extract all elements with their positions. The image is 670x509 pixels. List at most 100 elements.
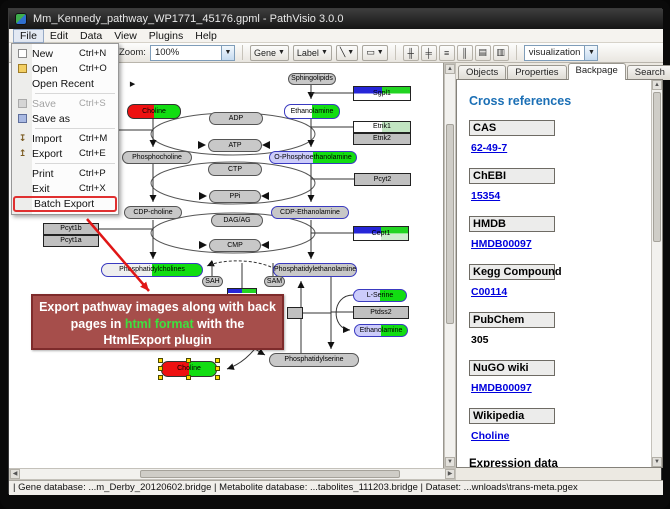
crossref-link[interactable]: C00114 [471, 286, 507, 298]
backpage-section-cas: CAS62-49-7 [469, 120, 642, 156]
node-sam[interactable]: SAM [264, 276, 285, 287]
scroll-left-icon[interactable]: ◀ [10, 469, 20, 479]
selection-handle[interactable] [158, 358, 163, 363]
node-cdp-ethanolamine[interactable]: CDP-Ethanolamine [271, 206, 349, 219]
node-choline[interactable]: Choline [127, 104, 181, 119]
title-bar[interactable]: Mm_Kennedy_pathway_WP1771_45176.gpml - P… [9, 9, 663, 29]
scrollbar-thumb[interactable] [446, 124, 454, 324]
selection-handle[interactable] [186, 375, 191, 380]
stack-horizontal-button[interactable]: ▥ [493, 45, 509, 61]
crossref-link[interactable]: 15354 [471, 190, 500, 202]
crossref-link[interactable]: HMDB00097 [471, 382, 532, 394]
label-tool-button[interactable]: Label▼ [293, 45, 332, 61]
chevron-down-icon[interactable]: ▼ [347, 49, 354, 56]
node-phosphatidylethanolamine[interactable]: Phosphatidylethanolamine [273, 263, 357, 277]
selection-handle[interactable] [158, 366, 163, 371]
distribute-horizontal-icon: ║ [461, 48, 467, 58]
align-vertical-center-button[interactable]: ╪ [421, 45, 437, 61]
file-menu-item-exit[interactable]: ExitCtrl+X [13, 181, 117, 196]
file-menu-item-export[interactable]: ↥ExportCtrl+E [13, 146, 117, 161]
line-tool-button[interactable]: ╲▼ [336, 45, 358, 61]
file-menu-item-save[interactable]: SaveCtrl+S [13, 96, 117, 111]
node-cdp-choline[interactable]: CDP-choline [124, 206, 182, 219]
visualization-combobox[interactable]: visualization ▼ [524, 45, 599, 61]
menubar-item-view[interactable]: View [108, 29, 143, 43]
canvas-horizontal-scrollbar[interactable]: ◀ ▶ [9, 468, 456, 480]
chevron-down-icon[interactable]: ▼ [221, 46, 234, 60]
canvas-vertical-scrollbar[interactable]: ▲ ▼ [444, 63, 456, 468]
tab-backpage[interactable]: Backpage [568, 63, 626, 80]
node-sgpl1[interactable]: Sgpl1 [353, 86, 411, 101]
crossref-link[interactable]: HMDB00097 [471, 238, 532, 250]
node-ctp[interactable]: CTP [208, 163, 262, 176]
scroll-down-icon[interactable]: ▼ [445, 457, 455, 467]
node-atp[interactable]: ATP [208, 139, 262, 152]
scroll-right-icon[interactable]: ▶ [445, 469, 455, 479]
node-phosphatidylserine[interactable]: Phosphatidylserine [269, 353, 359, 367]
selection-handle[interactable] [215, 358, 220, 363]
section-title: Kegg Compound [469, 264, 555, 280]
distribute-horizontal-button[interactable]: ║ [457, 45, 473, 61]
node-ethanolamine-top[interactable]: Ethanolamine [284, 104, 340, 119]
node-pcyt2[interactable]: Pcyt2 [354, 173, 411, 186]
node-ethanolamine-bottom[interactable]: Ethanolamine [354, 324, 408, 337]
scroll-down-icon[interactable]: ▼ [652, 457, 662, 467]
align-horizontal-center-button[interactable]: ╫ [403, 45, 419, 61]
node-phosphocholine[interactable]: Phosphocholine [122, 151, 192, 164]
tab-search[interactable]: Search [627, 65, 670, 80]
tab-properties[interactable]: Properties [507, 65, 566, 80]
node-dag-ag[interactable]: DAG/AG [211, 214, 263, 227]
selection-handle[interactable] [215, 375, 220, 380]
node-etnk2[interactable]: Etnk2 [353, 133, 411, 145]
node-sah[interactable]: SAH [202, 276, 223, 287]
chevron-down-icon[interactable]: ▼ [584, 46, 597, 60]
shape-tool-button[interactable]: ▭▼ [362, 45, 387, 61]
gene-tool-button[interactable]: Gene▼ [250, 45, 289, 61]
menubar-item-plugins[interactable]: Plugins [143, 29, 189, 43]
zoom-combobox[interactable]: 100% ▼ [150, 45, 235, 61]
file-menu-item-open-recent[interactable]: Open Recent▶ [13, 76, 117, 91]
file-menu-item-new[interactable]: NewCtrl+N [13, 46, 117, 61]
selection-handle[interactable] [215, 366, 220, 371]
crossref-link[interactable]: 62-49-7 [471, 142, 507, 154]
node-ppi[interactable]: PPi [209, 190, 261, 203]
tab-objects[interactable]: Objects [458, 65, 506, 80]
menubar-item-data[interactable]: Data [74, 29, 108, 43]
chevron-down-icon[interactable]: ▼ [377, 49, 384, 56]
node-hidden-gene[interactable] [287, 307, 303, 319]
node-cept1[interactable]: Cept1 [353, 226, 409, 241]
node-phosphatidylcholines[interactable]: Phosphatidylcholines [101, 263, 203, 277]
file-menu-item-open[interactable]: OpenCtrl+O [13, 61, 117, 76]
scroll-up-icon[interactable]: ▲ [652, 80, 662, 90]
chevron-down-icon[interactable]: ▼ [321, 49, 328, 56]
distribute-vertical-button[interactable]: ≡ [439, 45, 455, 61]
node-adp[interactable]: ADP [209, 112, 263, 125]
file-menu-item-save-as[interactable]: Save as [13, 111, 117, 126]
node-pcyt1b[interactable]: Pcyt1b [43, 223, 99, 235]
file-menu-item-import[interactable]: ↧ImportCtrl+M [13, 131, 117, 146]
node-o-phosphoethanolamine[interactable]: O-Phosphoethanolamine [269, 151, 357, 164]
stack-vertical-button[interactable]: ▤ [475, 45, 491, 61]
node-etnk1[interactable]: Etnk1 [353, 121, 411, 133]
menubar-item-edit[interactable]: Edit [44, 29, 74, 43]
menubar-item-file[interactable]: File [13, 29, 44, 43]
menubar-item-help[interactable]: Help [189, 29, 223, 43]
file-menu-item-batch-export[interactable]: Batch Export [13, 196, 117, 212]
node-ptdss2[interactable]: Ptdss2 [353, 306, 409, 319]
node-pcyt1a[interactable]: Pcyt1a [43, 235, 99, 247]
panel-vertical-scrollbar[interactable]: ▲ ▼ [651, 80, 662, 467]
scrollbar-thumb[interactable] [140, 470, 400, 478]
file-menu-item-print[interactable]: PrintCtrl+P [13, 166, 117, 181]
selection-handle[interactable] [186, 358, 191, 363]
visualization-value: visualization [525, 47, 585, 58]
scroll-up-icon[interactable]: ▲ [445, 64, 455, 74]
node-choline-selected[interactable]: Choline [161, 361, 217, 377]
node-l-serine[interactable]: L-Serine [353, 289, 407, 302]
selection-handle[interactable] [158, 375, 163, 380]
node-sphingolipids[interactable]: Sphingolipids [288, 73, 336, 85]
section-title: HMDB [469, 216, 555, 232]
node-cmp[interactable]: CMP [209, 239, 261, 252]
scrollbar-thumb[interactable] [653, 92, 661, 242]
crossref-link[interactable]: Choline [471, 430, 510, 442]
chevron-down-icon[interactable]: ▼ [278, 49, 285, 56]
